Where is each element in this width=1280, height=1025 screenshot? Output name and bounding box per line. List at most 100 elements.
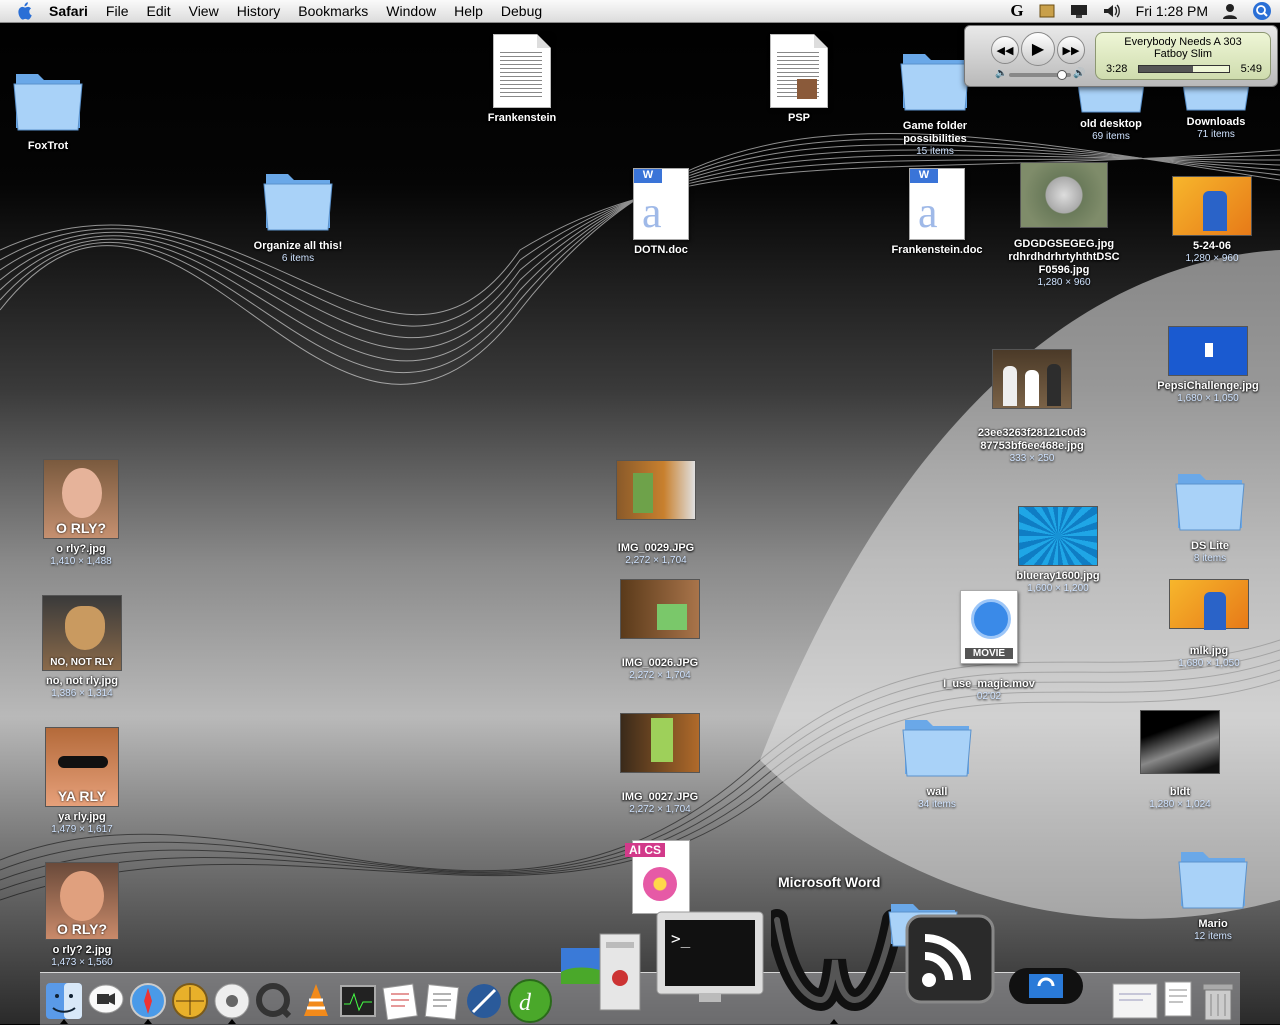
photo-caption: NO, NOT RLY	[50, 657, 114, 668]
finder-icon[interactable]	[44, 981, 84, 1021]
ya-rly-file[interactable]: YA RLY ya rly.jpg 1,479 × 1,617	[17, 727, 147, 836]
wall-folder[interactable]: wall 34 items	[872, 706, 1002, 811]
frankenstein-file[interactable]: Frankenstein	[457, 34, 587, 125]
display-menu-icon[interactable]	[1070, 3, 1088, 19]
volume-high-icon: 🔊	[1073, 68, 1086, 79]
trash-icon[interactable]	[1198, 979, 1238, 1023]
user-icon[interactable]	[1222, 3, 1238, 19]
psp-file[interactable]: PSP	[734, 34, 864, 125]
group-photo-file[interactable]: 23ee3263f28121c0d3 87753bf6ee468e.jpg 33…	[967, 349, 1097, 465]
svg-text:>_: >_	[671, 929, 691, 948]
menu-view[interactable]: View	[180, 0, 228, 22]
o-rly-2-file[interactable]: O RLY? o rly? 2.jpg 1,473 × 1,560	[17, 862, 147, 969]
organize-all-this-folder[interactable]: Organize all this! 6 items	[233, 160, 363, 265]
photo-thumbnail	[620, 713, 700, 773]
icon-info: 1,680 × 1,050	[1178, 658, 1240, 669]
progress-fill	[1139, 66, 1193, 72]
server-icon[interactable]	[592, 927, 652, 1017]
menu-help[interactable]: Help	[445, 0, 492, 22]
volume-knob[interactable]	[1057, 70, 1067, 80]
5-24-06-file[interactable]: 5-24-06 1,280 × 960	[1147, 176, 1277, 265]
textedit-icon[interactable]	[380, 981, 420, 1021]
google-notifier-icon[interactable]: G	[1010, 1, 1023, 21]
illustrator-file[interactable]: AI CS	[596, 840, 726, 914]
pepsi-challenge-file[interactable]: PepsiChallenge.jpg 1,680 × 1,050	[1143, 326, 1273, 405]
preview-icon[interactable]	[422, 981, 462, 1021]
icon-info: 1,280 × 960	[1185, 253, 1239, 264]
menu-bookmarks[interactable]: Bookmarks	[289, 0, 377, 22]
dotn-doc-file[interactable]: Wa DOTN.doc	[596, 168, 726, 257]
vlc-icon[interactable]	[296, 981, 336, 1021]
no-not-rly-file[interactable]: NO, NOT RLY no, not rly.jpg 1,386 × 1,31…	[17, 595, 147, 700]
omniweb-icon[interactable]	[464, 981, 504, 1021]
ds-lite-folder[interactable]: DS Lite 8 items	[1145, 460, 1275, 565]
running-indicator	[830, 1019, 838, 1024]
photo-thumbnail	[1018, 506, 1098, 566]
frankenstein-doc-file[interactable]: Wa Frankenstein.doc	[872, 168, 1002, 257]
i-use-magic-movie-file[interactable]: MOVIE I_use_magic.mov 02'02	[924, 590, 1054, 703]
document-icon	[770, 34, 828, 108]
folder-icon	[260, 160, 336, 236]
blueray-file[interactable]: blueray1600.jpg 1,600 × 1,200	[993, 506, 1123, 595]
terminal-icon[interactable]: >_	[654, 909, 766, 1007]
play-icon: ▶	[1031, 41, 1045, 58]
menu-clock[interactable]: Fri 1:28 PM	[1136, 3, 1208, 19]
mlk-file[interactable]: mlk.jpg 1,680 × 1,050	[1144, 579, 1274, 670]
desktop-folder-icon[interactable]	[1110, 979, 1160, 1021]
icon-info: 1,280 × 1,024	[1149, 799, 1211, 810]
running-indicator	[228, 1019, 236, 1024]
psp-sync-icon[interactable]	[1006, 961, 1086, 1011]
menu-history[interactable]: History	[228, 0, 290, 22]
volume-icon[interactable]	[1102, 3, 1122, 19]
next-track-button[interactable]: ▶▶	[1057, 36, 1085, 64]
activity-monitor-icon[interactable]	[338, 981, 378, 1021]
icon-info: 02'02	[976, 691, 1002, 702]
track-title: Everybody Needs A 303	[1124, 36, 1242, 48]
volume-slider[interactable]	[1009, 70, 1071, 80]
dreamweaver-icon[interactable]: d	[506, 977, 554, 1025]
cd-photo-file[interactable]: GDGDGSEGEG.jpg rdhrdhdrhrtyhthtDSC F0596…	[999, 162, 1129, 289]
icon-label: DS Lite	[1191, 540, 1229, 552]
photo-thumbnail	[620, 579, 700, 639]
img-0026-file[interactable]: IMG_0026.JPG 2,272 × 1,704	[595, 579, 725, 682]
rss-icon[interactable]	[902, 911, 1002, 1011]
bldt-file[interactable]: bldt 1,280 × 1,024	[1115, 710, 1245, 811]
icon-label: IMG_0027.JPG	[621, 791, 699, 803]
script-menu-icon[interactable]	[1038, 3, 1056, 19]
running-indicator	[144, 1019, 152, 1024]
menu-file[interactable]: File	[97, 0, 138, 22]
now-playing-display: Everybody Needs A 303 Fatboy Slim 3:28 5…	[1095, 32, 1271, 80]
camino-icon[interactable]	[170, 981, 210, 1021]
icon-label: Frankenstein	[487, 112, 557, 124]
spotlight-icon[interactable]	[1252, 1, 1272, 21]
icon-info: 1,386 × 1,314	[51, 688, 113, 699]
elapsed-time: 3:28	[1106, 63, 1128, 75]
img-0027-file[interactable]: IMG_0027.JPG 2,272 × 1,704	[595, 713, 725, 816]
apple-menu-icon[interactable]	[14, 1, 34, 21]
word-icon[interactable]	[770, 899, 900, 1019]
itunes-icon[interactable]	[212, 981, 252, 1021]
photo-thumbnail	[616, 460, 696, 520]
progress-bar[interactable]	[1138, 65, 1230, 73]
o-rly-file[interactable]: O RLY? o rly?.jpg 1,410 × 1,488	[16, 459, 146, 568]
img-0029-file[interactable]: IMG_0029.JPG 2,272 × 1,704	[591, 460, 721, 567]
documents-icon[interactable]	[1158, 979, 1198, 1021]
icon-info: 1,680 × 1,050	[1177, 393, 1239, 404]
icon-info: 2,272 × 1,704	[629, 804, 691, 815]
icon-label: Game folder possibilities	[902, 120, 968, 145]
play-button[interactable]: ▶	[1021, 32, 1055, 66]
downloads-folder[interactable]: Downloads 71 items	[1151, 84, 1280, 141]
foxtrot-folder[interactable]: FoxTrot	[0, 60, 113, 153]
menu-debug[interactable]: Debug	[492, 0, 551, 22]
menu-window[interactable]: Window	[377, 0, 445, 22]
menu-app-name[interactable]: Safari	[40, 0, 97, 22]
ichat-icon[interactable]	[86, 981, 126, 1021]
previous-track-button[interactable]: ◀◀	[991, 36, 1019, 64]
menu-edit[interactable]: Edit	[137, 0, 179, 22]
photo-caption: O RLY?	[56, 921, 108, 937]
quicktime-icon[interactable]	[254, 981, 294, 1021]
safari-icon[interactable]	[128, 981, 168, 1021]
icon-label: blueray1600.jpg	[1016, 570, 1100, 582]
mario-folder[interactable]: Mario 12 items	[1148, 838, 1278, 943]
folder-icon	[1172, 460, 1248, 536]
